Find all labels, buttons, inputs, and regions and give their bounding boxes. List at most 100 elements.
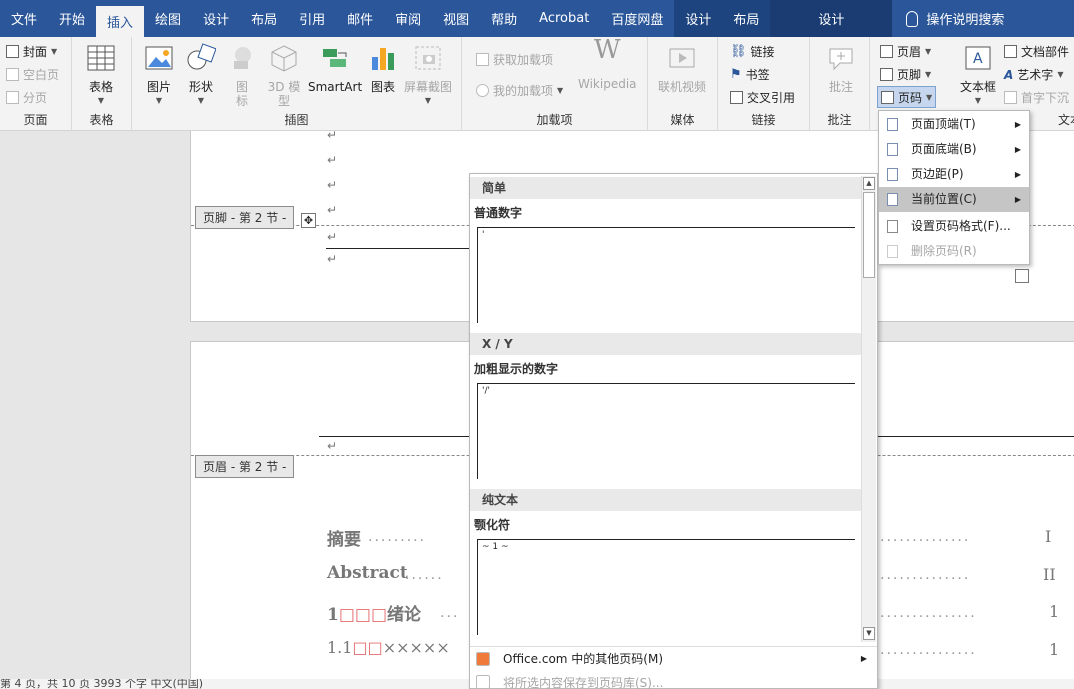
gallery-item-tilde[interactable]: ~ 1 ~: [477, 539, 855, 635]
header-button[interactable]: 页眉 ▼: [880, 43, 931, 60]
paragraph-mark: ↵: [327, 131, 338, 142]
tab-layout[interactable]: 布局: [240, 0, 288, 37]
bookmark-icon: ⚑: [730, 67, 742, 82]
tab-view[interactable]: 视图: [432, 0, 480, 37]
screenshot-button[interactable]: 屏幕截图 ▼: [404, 43, 452, 108]
submenu-arrow-icon: ▶: [860, 654, 867, 663]
toc-entry-abstract-en[interactable]: Abstract: [327, 563, 408, 583]
layout-options-checkbox[interactable]: [1015, 269, 1029, 283]
tab-acrobat[interactable]: Acrobat: [528, 0, 600, 37]
tab-file[interactable]: 文件: [0, 0, 48, 37]
scroll-down-icon[interactable]: ▼: [863, 627, 875, 640]
tab-draw[interactable]: 绘图: [144, 0, 192, 37]
online-video-button[interactable]: 联机视频: [658, 43, 706, 94]
blank-page-icon: [6, 68, 19, 81]
scroll-thumb[interactable]: [863, 192, 875, 278]
icons-button[interactable]: 图标: [228, 43, 256, 108]
toc-leader: ......: [405, 567, 444, 583]
tab-review[interactable]: 审阅: [384, 0, 432, 37]
toc-entry-section-1-1[interactable]: 1.1□□×××××: [327, 638, 450, 657]
gallery-scrollbar[interactable]: ▲ ▼: [861, 176, 876, 642]
toc-leader: ...............: [880, 605, 977, 621]
menu-top-of-page[interactable]: 页面顶端(T) ▶: [879, 112, 1029, 137]
toc-entry-chapter-1[interactable]: 1□□□绪论: [327, 600, 421, 625]
toc-page-number: 1: [1049, 602, 1060, 621]
menu-current-position[interactable]: 当前位置(C) ▶: [879, 187, 1029, 212]
tab-header-footer-design[interactable]: 设计: [770, 0, 893, 37]
tab-design[interactable]: 设计: [192, 0, 240, 37]
drop-cap-icon: [1004, 91, 1017, 104]
wikipedia-button[interactable]: W Wikipedia: [578, 35, 637, 91]
tab-home[interactable]: 开始: [48, 0, 96, 37]
bookmark-button[interactable]: ⚑ 书签: [730, 66, 770, 83]
paragraph-mark: ↵: [327, 230, 338, 244]
3d-models-button[interactable]: 3D 模型: [266, 43, 302, 108]
remove-page-number-icon: [887, 245, 898, 258]
my-addins-button[interactable]: 我的加载项 ▼: [476, 82, 563, 99]
link-button[interactable]: ⛓ 链接: [730, 43, 775, 60]
video-icon: [669, 48, 695, 68]
scroll-up-icon[interactable]: ▲: [863, 177, 875, 190]
toc-leader: ...............: [880, 642, 977, 658]
menu-remove-page-numbers[interactable]: 删除页码(R): [879, 239, 1029, 264]
save-selection-to-gallery[interactable]: 将所选内容保存到页码库(S)...: [470, 670, 877, 689]
gallery-item-name: 普通数字: [474, 206, 523, 220]
smartart-button[interactable]: SmartArt: [308, 43, 362, 94]
toc-leader: ..............: [880, 529, 971, 545]
paragraph-mark: ↵: [327, 178, 338, 192]
page-break-button[interactable]: 分页: [6, 89, 47, 106]
toc-page-number: 1: [1049, 640, 1060, 659]
group-comments: 批注 批注: [810, 37, 870, 131]
text-box-button[interactable]: A 文本框 ▼: [960, 43, 996, 108]
page-margin-icon: [887, 168, 898, 181]
tell-me-search[interactable]: 操作说明搜索: [892, 0, 1004, 37]
addins-icon: [476, 84, 489, 97]
current-position-icon: [887, 193, 898, 206]
tab-help[interactable]: 帮助: [480, 0, 528, 37]
page-top-icon: [887, 118, 898, 131]
menu-format-page-numbers[interactable]: 设置页码格式(F)...: [879, 214, 1029, 239]
drop-cap-button[interactable]: 首字下沉: [1004, 89, 1069, 106]
table-move-handle-icon[interactable]: ✥: [301, 213, 316, 228]
quick-parts-button[interactable]: 文档部件: [1004, 43, 1069, 60]
page-break-icon: [6, 91, 19, 104]
shapes-button[interactable]: 形状 ▼: [186, 43, 217, 108]
cross-reference-button[interactable]: 交叉引用: [730, 89, 795, 106]
blank-page-button[interactable]: 空白页: [6, 66, 59, 83]
group-links: ⛓ 链接 ⚑ 书签 交叉引用 链接: [718, 37, 810, 131]
chart-button[interactable]: 图表: [368, 43, 398, 94]
submenu-arrow-icon: ▶: [1014, 145, 1021, 154]
tab-baidu-netdisk[interactable]: 百度网盘: [600, 0, 674, 37]
footer-button[interactable]: 页脚 ▼: [880, 66, 931, 83]
menu-bottom-of-page[interactable]: 页面底端(B) ▶: [879, 137, 1029, 162]
tab-insert[interactable]: 插入: [96, 6, 145, 37]
paragraph-mark: ↵: [327, 439, 338, 453]
gallery-item-bold-numbers[interactable]: '/': [477, 383, 855, 479]
menu-page-margins[interactable]: 页边距(P) ▶: [879, 162, 1029, 187]
get-addins-button[interactable]: 获取加载项: [476, 51, 553, 68]
table-icon: [87, 45, 115, 71]
more-page-numbers-office-com[interactable]: Office.com 中的其他页码(M) ▶: [470, 646, 877, 670]
cover-page-button[interactable]: 封面 ▼: [6, 43, 57, 60]
page-number-button[interactable]: 页码 ▼: [877, 86, 937, 108]
toc-entry-abstract-cn[interactable]: 摘要: [327, 525, 361, 550]
footer-section-label: 页脚 - 第 2 节 -: [195, 206, 295, 229]
gallery-item-name: 加粗显示的数字: [474, 362, 559, 376]
new-comment-button[interactable]: 批注: [826, 43, 856, 94]
group-label-comments: 批注: [827, 113, 852, 127]
picture-icon: [145, 46, 173, 70]
tab-context-design[interactable]: 设计: [674, 0, 723, 37]
group-pages: 封面 ▼ 空白页 分页 页面: [0, 37, 72, 131]
gallery-item-plain-number[interactable]: ': [477, 227, 855, 323]
tab-mailings[interactable]: 邮件: [336, 0, 384, 37]
group-media: 联机视频 媒体: [648, 37, 718, 131]
table-button[interactable]: 表格 ▼: [86, 43, 116, 108]
wordart-button[interactable]: A 艺术字 ▼: [1004, 66, 1063, 83]
lightbulb-icon: [906, 10, 919, 27]
wikipedia-icon: W: [593, 35, 621, 65]
tab-context-layout[interactable]: 布局: [722, 0, 771, 37]
pictures-button[interactable]: 图片 ▼: [144, 43, 174, 108]
toc-page-number: I: [1045, 527, 1052, 546]
tab-references[interactable]: 引用: [288, 0, 336, 37]
group-tables: 表格 ▼ 表格: [72, 37, 132, 131]
